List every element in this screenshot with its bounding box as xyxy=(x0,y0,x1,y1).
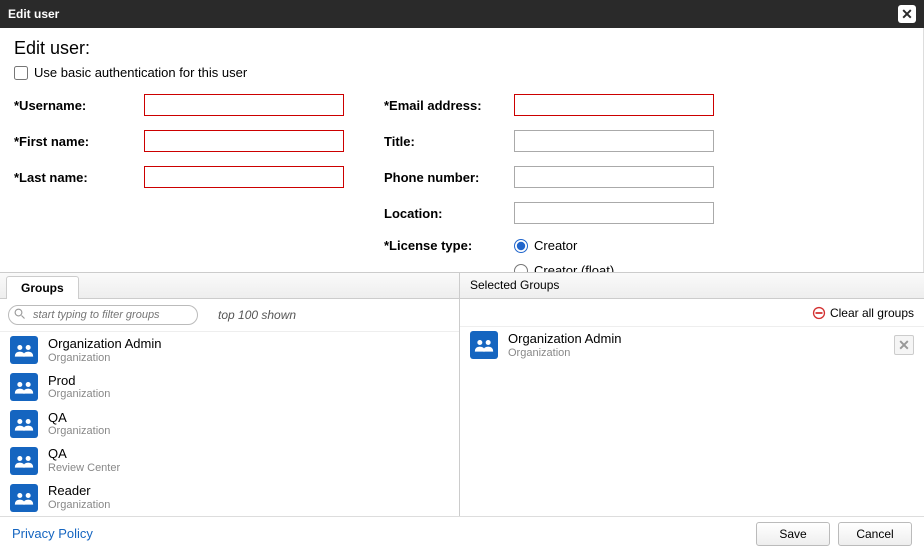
basic-auth-label: Use basic authentication for this user xyxy=(34,65,247,80)
group-name: Organization Admin xyxy=(48,336,449,352)
field-row-firstname: *First name: xyxy=(14,130,344,152)
minus-circle-icon xyxy=(812,306,826,320)
group-text: ReaderOrganization xyxy=(48,483,449,512)
group-item[interactable]: QAOrganization xyxy=(0,406,459,443)
group-text: ProdOrganization xyxy=(48,373,449,402)
group-text: QAReview Center xyxy=(48,446,449,475)
label-location: Location: xyxy=(384,206,514,221)
license-option-creator-float[interactable]: Creator (float) xyxy=(514,263,614,272)
clear-all-row[interactable]: Clear all groups xyxy=(460,299,924,327)
groups-available-panel: Groups top 100 shown Organization AdminO… xyxy=(0,273,460,516)
field-row-username: *Username: xyxy=(14,94,344,116)
group-name: QA xyxy=(48,410,449,426)
group-subtitle: Organization xyxy=(48,388,449,401)
location-input[interactable] xyxy=(514,202,714,224)
lastname-input[interactable] xyxy=(144,166,344,188)
group-item[interactable]: Organization AdminOrganization ✕ xyxy=(460,327,924,364)
phone-input[interactable] xyxy=(514,166,714,188)
footer-buttons: Save Cancel xyxy=(756,522,912,546)
title-input[interactable] xyxy=(514,130,714,152)
group-item[interactable]: ProdOrganization xyxy=(0,369,459,406)
groups-selected-panel: Selected Groups Clear all groups Organiz… xyxy=(460,273,924,516)
group-search-input[interactable] xyxy=(8,305,198,325)
username-input[interactable] xyxy=(144,94,344,116)
group-text: Organization AdminOrganization xyxy=(48,336,449,365)
field-row-lastname: *Last name: xyxy=(14,166,344,188)
group-subtitle: Organization xyxy=(48,425,449,438)
basic-auth-row[interactable]: Use basic authentication for this user xyxy=(14,65,909,80)
group-subtitle: Organization xyxy=(48,499,449,512)
field-row-phone: Phone number: xyxy=(384,166,714,188)
group-item[interactable]: ReaderOrganization xyxy=(0,479,459,516)
selected-groups-list[interactable]: Organization AdminOrganization ✕ xyxy=(460,327,924,516)
label-username: *Username: xyxy=(14,98,144,113)
group-name: Reader xyxy=(48,483,449,499)
license-radio-creator-float[interactable] xyxy=(514,264,528,273)
field-row-email: *Email address: xyxy=(384,94,714,116)
selected-groups-header: Selected Groups xyxy=(460,273,924,299)
search-wrapper xyxy=(8,305,198,325)
close-button[interactable]: ✕ xyxy=(898,5,916,23)
field-row-license: *License type: Creator Creator (float) xyxy=(384,238,714,272)
label-license: *License type: xyxy=(384,238,514,253)
page-title: Edit user: xyxy=(14,38,909,59)
group-item[interactable]: Organization AdminOrganization xyxy=(0,332,459,369)
group-name: Organization Admin xyxy=(508,331,884,347)
basic-auth-checkbox[interactable] xyxy=(14,66,28,80)
license-label-creator: Creator xyxy=(534,238,577,253)
field-row-location: Location: xyxy=(384,202,714,224)
remove-group-button[interactable]: ✕ xyxy=(894,335,914,355)
license-radio-group: Creator Creator (float) xyxy=(514,238,614,272)
people-icon xyxy=(10,410,38,438)
groups-section: Groups top 100 shown Organization AdminO… xyxy=(0,272,924,516)
label-phone: Phone number: xyxy=(384,170,514,185)
available-groups-list[interactable]: Organization AdminOrganizationProdOrgani… xyxy=(0,332,459,516)
x-icon: ✕ xyxy=(898,337,910,354)
group-name: Prod xyxy=(48,373,449,389)
group-name: QA xyxy=(48,446,449,462)
group-subtitle: Review Center xyxy=(48,462,449,475)
cancel-button[interactable]: Cancel xyxy=(838,522,912,546)
dialog-title: Edit user xyxy=(8,7,59,21)
label-firstname: *First name: xyxy=(14,134,144,149)
group-subtitle: Organization xyxy=(48,352,449,365)
dialog-titlebar: Edit user ✕ xyxy=(0,0,924,28)
label-email: *Email address: xyxy=(384,98,514,113)
license-label-creator-float: Creator (float) xyxy=(534,263,614,272)
privacy-link[interactable]: Privacy Policy xyxy=(12,526,93,541)
group-text: QAOrganization xyxy=(48,410,449,439)
close-icon: ✕ xyxy=(901,7,913,21)
people-icon xyxy=(470,331,498,359)
label-title: Title: xyxy=(384,134,514,149)
group-item[interactable]: QAReview Center xyxy=(0,442,459,479)
form-col-right: *Email address: Title: Phone number: Loc… xyxy=(384,94,714,272)
people-icon xyxy=(10,447,38,475)
tab-groups[interactable]: Groups xyxy=(6,276,79,299)
save-button[interactable]: Save xyxy=(756,522,830,546)
search-icon xyxy=(14,308,26,320)
people-icon xyxy=(10,336,38,364)
label-lastname: *Last name: xyxy=(14,170,144,185)
firstname-input[interactable] xyxy=(144,130,344,152)
form-area: Edit user: Use basic authentication for … xyxy=(0,28,924,272)
clear-all-label: Clear all groups xyxy=(830,306,914,320)
form-col-left: *Username: *First name: *Last name: xyxy=(14,94,344,272)
license-option-creator[interactable]: Creator xyxy=(514,238,614,253)
top-shown-label: top 100 shown xyxy=(218,308,296,322)
form-grid: *Username: *First name: *Last name: *Ema… xyxy=(14,94,909,272)
group-text: Organization AdminOrganization xyxy=(508,331,884,360)
email-input[interactable] xyxy=(514,94,714,116)
people-icon xyxy=(10,373,38,401)
dialog-footer: Privacy Policy Save Cancel xyxy=(0,516,924,550)
tab-bar: Groups xyxy=(0,273,459,299)
license-radio-creator[interactable] xyxy=(514,239,528,253)
people-icon xyxy=(10,484,38,512)
group-subtitle: Organization xyxy=(508,347,884,360)
filter-row: top 100 shown xyxy=(0,299,459,332)
field-row-title: Title: xyxy=(384,130,714,152)
